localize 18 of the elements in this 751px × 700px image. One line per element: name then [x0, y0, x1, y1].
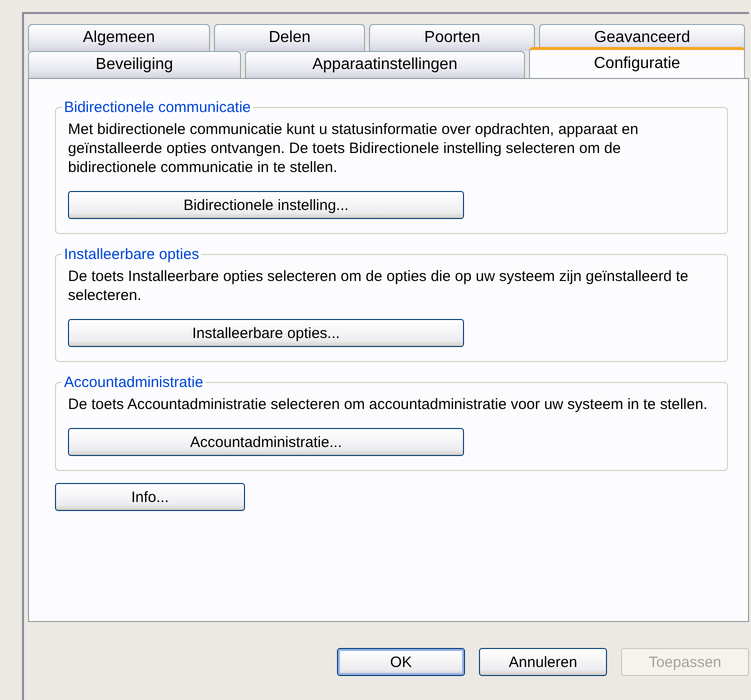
tab[interactable]: Configuratie [529, 47, 746, 78]
tab[interactable]: Algemeen [28, 24, 210, 51]
tab[interactable]: Apparaatinstellingen [244, 51, 526, 78]
settings-button[interactable]: Accountadministratie... [68, 428, 464, 456]
tab[interactable]: Delen [214, 24, 366, 51]
dialog-button[interactable]: OK [337, 648, 465, 676]
group-description: De toets Installeerbare opties selecteren om de opties die op uw systeem zijn geïnstalleerd te selecteren. [68, 267, 690, 305]
group-description: Met bidirectionele communicatie kunt u statusinformatie over opdrachten, apparaat en geïnstalleerde opties ontvangen. De toets Bidirectionele instelling selecteren om de bidirectionele communicatie in te stellen. [68, 120, 640, 177]
tab[interactable]: Beveiliging [28, 51, 241, 78]
info-button[interactable]: Info... [55, 483, 245, 511]
tab[interactable]: Poorten [369, 24, 536, 51]
group-title: Bidirectionele communicatie [63, 99, 252, 116]
settings-button[interactable]: Bidirectionele instelling... [68, 191, 464, 219]
group-title: Installeerbare opties [63, 246, 200, 263]
settings-button[interactable]: Installeerbare opties... [68, 319, 464, 347]
group-description: De toets Accountadministratie selecteren om accountadministratie voor uw systeem in te stellen. [68, 395, 708, 414]
dialog-button[interactable]: Annuleren [479, 648, 607, 676]
group-title: Accountadministratie [63, 374, 204, 391]
